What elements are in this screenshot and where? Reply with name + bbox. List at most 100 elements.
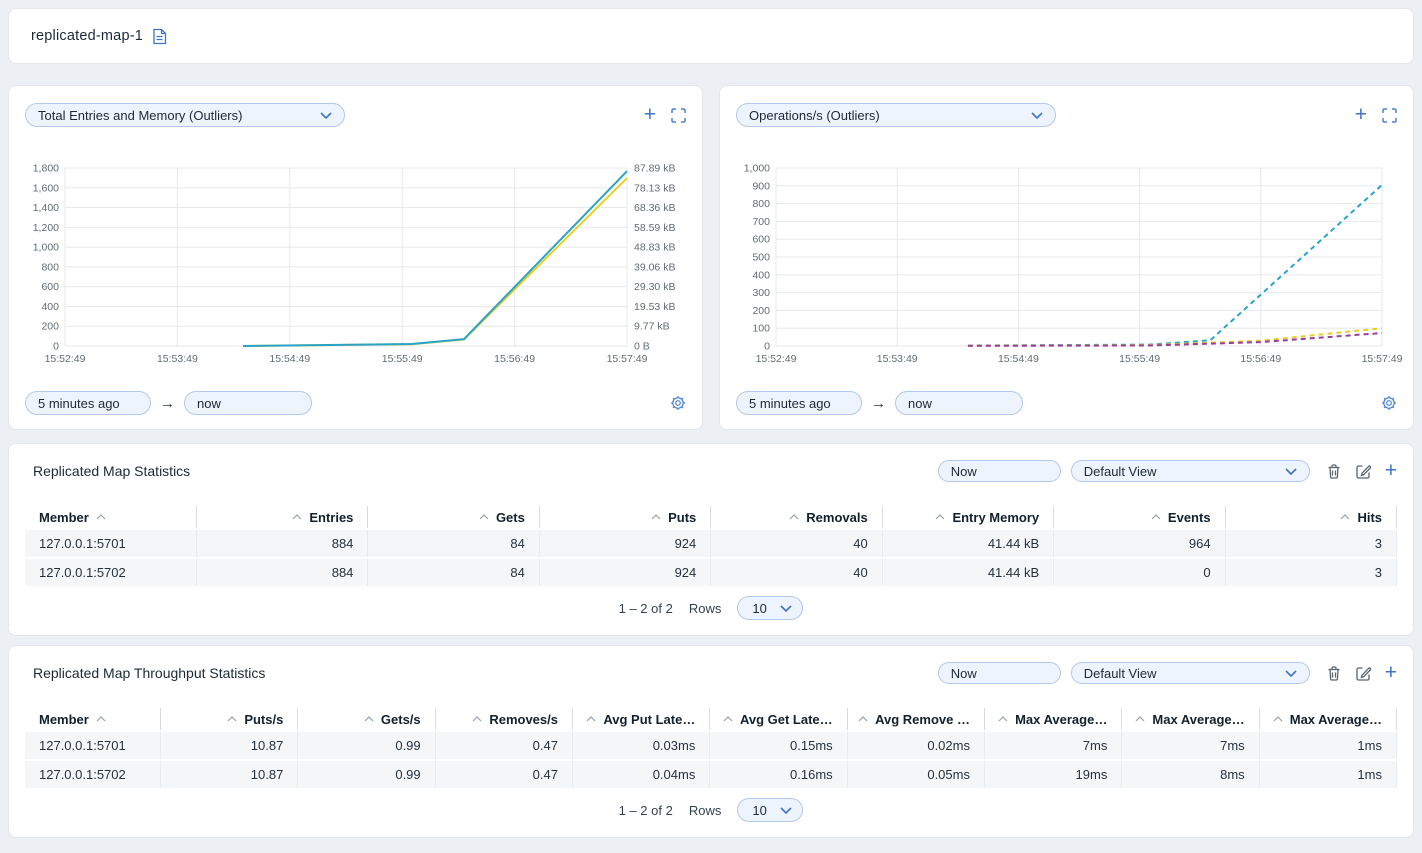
column-header[interactable]: Avg Remove … — [848, 708, 985, 730]
arrow-right-icon: → — [871, 395, 886, 412]
time-to-input[interactable]: now — [895, 391, 1023, 415]
sort-caret-icon — [472, 716, 482, 722]
table-cell: 0.04ms — [573, 761, 710, 788]
chart-metric-label: Operations/s (Outliers) — [749, 108, 880, 123]
throughput-section: Replicated Map Throughput Statistics Now… — [8, 645, 1414, 838]
edit-view-icon[interactable] — [1355, 463, 1372, 480]
chevron-down-icon — [1285, 468, 1297, 475]
table-cell: 40 — [711, 530, 882, 557]
chart-metric-select[interactable]: Total Entries and Memory (Outliers) — [25, 103, 345, 127]
table-cell: 7ms — [1122, 732, 1259, 759]
time-from-input[interactable]: 5 minutes ago — [25, 391, 151, 415]
table-cell: 0.99 — [298, 761, 435, 788]
table-cell: 924 — [540, 530, 711, 557]
sort-caret-icon — [723, 716, 733, 722]
table-toolbar: Replicated Map Statistics Now Default Vi… — [25, 458, 1397, 484]
table-cell: 127.0.0.1:5701 — [25, 732, 161, 759]
table-cell: 7ms — [985, 732, 1122, 759]
add-chart-icon[interactable]: + — [1355, 107, 1367, 123]
stats-table: MemberEntriesGetsPutsRemovalsEntry Memor… — [25, 506, 1397, 586]
column-header[interactable]: Puts — [540, 506, 711, 528]
column-header[interactable]: Member — [25, 708, 161, 730]
svg-text:1,400: 1,400 — [33, 202, 59, 214]
table-cell: 964 — [1054, 530, 1225, 557]
column-header[interactable]: Events — [1054, 506, 1225, 528]
gear-icon[interactable] — [670, 395, 686, 411]
svg-text:1,000: 1,000 — [33, 242, 59, 254]
svg-text:100: 100 — [752, 323, 770, 335]
svg-text:29.30 kB: 29.30 kB — [634, 281, 675, 293]
column-header[interactable]: Member — [25, 506, 197, 528]
svg-text:15:55:49: 15:55:49 — [1119, 353, 1160, 365]
column-header[interactable]: Avg Get Late… — [710, 708, 847, 730]
table-cell: 0.03ms — [573, 732, 710, 759]
column-header[interactable]: Hits — [1226, 506, 1397, 528]
table-cell: 0.47 — [436, 761, 573, 788]
column-header[interactable]: Gets/s — [298, 708, 435, 730]
column-header[interactable]: Avg Put Late… — [573, 708, 710, 730]
delete-view-icon[interactable] — [1326, 463, 1342, 480]
chart-panel-operations: Operations/s (Outliers) + 01002003004005… — [719, 85, 1414, 430]
add-chart-icon[interactable]: + — [644, 107, 656, 123]
column-header[interactable]: Puts/s — [161, 708, 298, 730]
add-view-icon[interactable]: + — [1385, 665, 1397, 681]
column-header[interactable]: Max Average… — [985, 708, 1122, 730]
time-from-input[interactable]: 5 minutes ago — [736, 391, 862, 415]
svg-text:15:54:49: 15:54:49 — [998, 353, 1039, 365]
table-cell: 0.99 — [298, 732, 435, 759]
chevron-down-icon — [1031, 112, 1043, 119]
gear-icon[interactable] — [1381, 395, 1397, 411]
sort-caret-icon — [998, 716, 1008, 722]
table-cell: 84 — [368, 530, 539, 557]
svg-text:800: 800 — [41, 261, 59, 273]
chevron-down-icon — [780, 807, 792, 814]
view-select[interactable]: Default View — [1071, 662, 1310, 684]
pagination: 1 – 2 of 2 Rows 10 — [9, 797, 1413, 823]
document-icon[interactable] — [152, 28, 167, 45]
column-header[interactable]: Gets — [368, 506, 539, 528]
delete-view-icon[interactable] — [1326, 665, 1342, 682]
chart-canvas: 01002003004005006007008009001,00015:52:4… — [730, 158, 1406, 370]
page-header: replicated-map-1 — [8, 8, 1414, 64]
table-row: 127.0.0.1:5702884849244041.44 kB03 — [25, 559, 1397, 586]
time-to-input[interactable]: now — [184, 391, 312, 415]
chart-toolbar: Operations/s (Outliers) + — [736, 102, 1397, 128]
table-cell: 41.44 kB — [883, 530, 1054, 557]
time-filter-input[interactable]: Now — [938, 460, 1061, 482]
svg-text:500: 500 — [752, 252, 770, 264]
chart-toolbar: Total Entries and Memory (Outliers) + — [25, 102, 686, 128]
sort-caret-icon — [935, 514, 945, 520]
column-header[interactable]: Removes/s — [436, 708, 573, 730]
rows-per-page-select[interactable]: 10 — [737, 798, 803, 822]
column-header[interactable]: Entries — [197, 506, 368, 528]
svg-text:0: 0 — [764, 341, 770, 353]
arrow-right-icon: → — [160, 395, 175, 412]
section-title: Replicated Map Throughput Statistics — [25, 665, 265, 681]
table-toolbar: Replicated Map Throughput Statistics Now… — [25, 660, 1397, 686]
map-name-title: replicated-map-1 — [31, 28, 143, 44]
time-filter-input[interactable]: Now — [938, 662, 1061, 684]
svg-text:300: 300 — [752, 287, 770, 299]
sort-caret-icon — [479, 514, 489, 520]
svg-text:1,200: 1,200 — [33, 222, 59, 234]
view-select[interactable]: Default View — [1071, 460, 1310, 482]
svg-text:900: 900 — [752, 180, 770, 192]
chart-footer: 5 minutes ago → now — [736, 391, 1397, 415]
sort-caret-icon — [292, 514, 302, 520]
expand-icon[interactable] — [671, 108, 686, 123]
column-header[interactable]: Entry Memory — [883, 506, 1054, 528]
sort-caret-icon — [227, 716, 237, 722]
edit-view-icon[interactable] — [1355, 665, 1372, 682]
expand-icon[interactable] — [1382, 108, 1397, 123]
svg-text:15:53:49: 15:53:49 — [157, 353, 198, 365]
column-header[interactable]: Removals — [711, 506, 882, 528]
column-header[interactable]: Max Average… — [1260, 708, 1397, 730]
svg-text:48.83 kB: 48.83 kB — [634, 242, 675, 254]
column-header[interactable]: Max Average… — [1122, 708, 1259, 730]
chart-metric-label: Total Entries and Memory (Outliers) — [38, 108, 242, 123]
throughput-table: MemberPuts/sGets/sRemoves/sAvg Put Late…… — [25, 708, 1397, 788]
add-view-icon[interactable]: + — [1385, 463, 1397, 479]
rows-per-page-select[interactable]: 10 — [737, 596, 803, 620]
chart-metric-select[interactable]: Operations/s (Outliers) — [736, 103, 1056, 127]
sort-caret-icon — [364, 716, 374, 722]
